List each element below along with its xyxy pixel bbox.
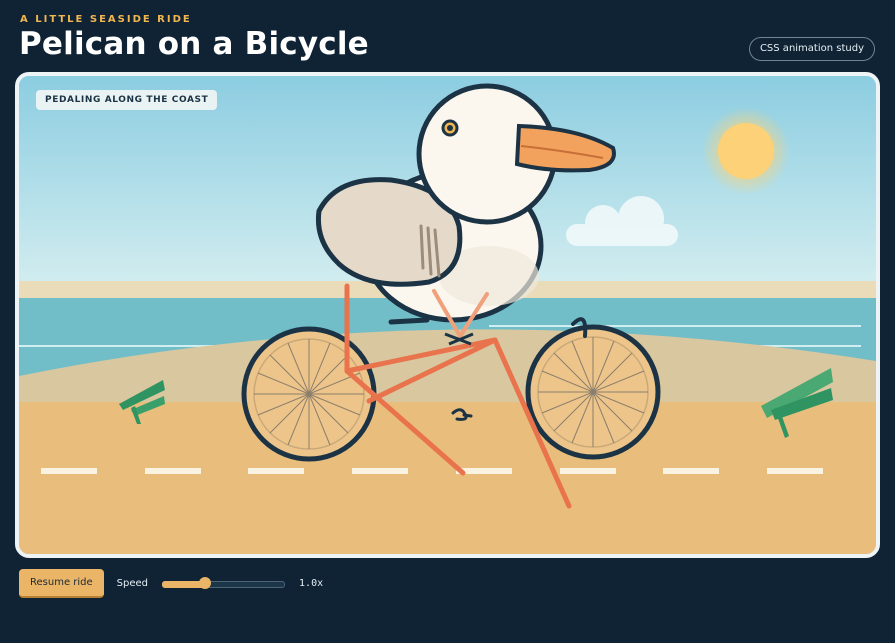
animation-stage: PEDALING ALONG THE COAST	[15, 72, 880, 558]
resume-ride-button[interactable]: Resume ride	[19, 568, 104, 598]
animation-study-badge: CSS animation study	[748, 37, 875, 61]
controls-bar: Resume ride Speed 1.0x	[19, 568, 323, 598]
stage-caption: PEDALING ALONG THE COAST	[36, 90, 218, 110]
sun	[718, 123, 774, 179]
road	[19, 402, 876, 554]
rear-wheel	[241, 326, 377, 462]
speed-slider[interactable]	[162, 576, 286, 590]
speed-label: Speed	[116, 577, 149, 589]
speed-value: 1.0x	[299, 577, 324, 589]
speed-slider-thumb[interactable]	[199, 577, 212, 589]
page-title: Pelican on a Bicycle	[19, 26, 369, 62]
front-wheel	[525, 324, 661, 460]
seaside-scene	[19, 76, 876, 554]
bike-seat	[388, 317, 430, 325]
page-eyebrow: A LITTLE SEASIDE RIDE	[20, 14, 192, 25]
